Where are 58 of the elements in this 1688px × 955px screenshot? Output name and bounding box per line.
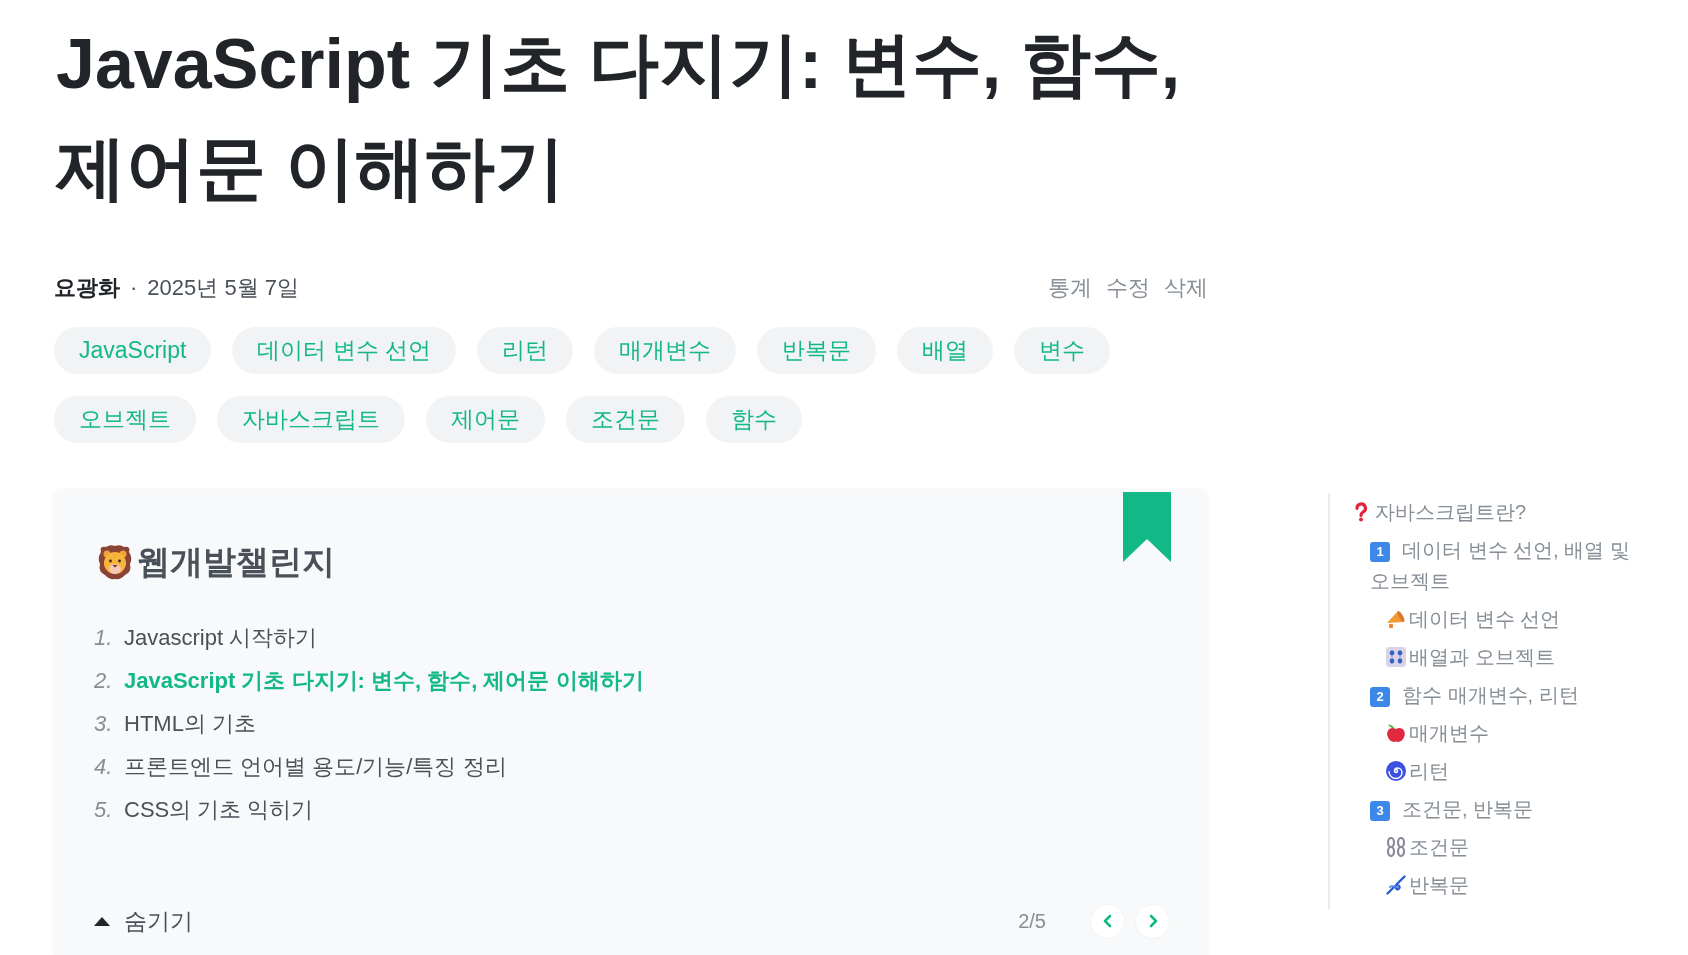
list-number: 1. [94, 624, 114, 651]
tag-link[interactable]: 변수 [1014, 327, 1111, 374]
toc-link[interactable]: 리턴 [1386, 756, 1678, 787]
meta-separator: · [130, 274, 138, 302]
series-link[interactable]: CSS의 기초 익히기 [124, 794, 314, 825]
toc-link[interactable]: 1 데이터 변수 선언, 배열 및 오브젝트 [1370, 535, 1678, 597]
list-number: 4. [94, 753, 114, 780]
chain-icon [1386, 837, 1406, 857]
next-button[interactable] [1135, 903, 1170, 939]
tag-link[interactable]: 자바스크립트 [217, 396, 405, 443]
lion-face-icon [97, 544, 133, 580]
list-number: 3. [94, 710, 114, 737]
bookmark-icon [1123, 492, 1171, 562]
tag-link[interactable]: 함수 [706, 396, 802, 443]
caret-up-icon [94, 916, 110, 926]
toc-link[interactable]: 배열과 오브젝트 [1386, 642, 1678, 673]
toc-link[interactable]: 조건문 [1386, 832, 1678, 863]
toc-link[interactable]: 매개변수 [1386, 718, 1678, 749]
toc-link[interactable]: 3 조건문, 반복문 [1370, 794, 1678, 825]
post-date: 2025년 5월 7일 [147, 274, 299, 302]
author-link[interactable]: 요광화 [54, 271, 120, 305]
post-action-button[interactable]: 수정 [1106, 271, 1150, 305]
series-link[interactable]: HTML의 기초 [124, 708, 256, 739]
list-number: 2. [94, 667, 114, 694]
post-action-button[interactable]: 통계 [1048, 271, 1092, 305]
number-keycap: 3 [1370, 801, 1390, 821]
number-keycap: 2 [1370, 687, 1390, 707]
tag-link[interactable]: 오브젝트 [54, 396, 196, 443]
number-keycap: 1 [1370, 542, 1390, 562]
hide-toggle[interactable]: 숨기기 [94, 905, 193, 937]
apple-icon [1386, 723, 1406, 743]
post-action-button[interactable]: 삭제 [1164, 271, 1208, 305]
toc-link[interactable]: 반복문 [1386, 870, 1678, 901]
series-title: 웹개발챌린지 [137, 542, 335, 582]
chevron-left-icon [1101, 914, 1114, 928]
knot-icon [1386, 875, 1406, 895]
tag-link[interactable]: 매개변수 [594, 327, 737, 374]
control-knobs-icon [1386, 647, 1406, 667]
toc-link[interactable]: 자바스크립트란? [1354, 497, 1678, 528]
tag-link[interactable]: 배열 [897, 327, 994, 374]
series-link[interactable]: JavaScript 기초 다지기: 변수, 함수, 제어문 이해하기 [124, 665, 644, 696]
tag-link[interactable]: 반복문 [757, 327, 877, 374]
series-position: 2/5 [1018, 909, 1046, 933]
series-link[interactable]: Javascript 시작하기 [124, 622, 318, 653]
tag-link[interactable]: 리턴 [477, 327, 574, 374]
toc-link[interactable]: 데이터 변수 선언 [1386, 604, 1678, 635]
list-number: 5. [94, 796, 114, 823]
tag-link[interactable]: 제어문 [426, 396, 545, 443]
tag-link[interactable]: JavaScript [54, 327, 212, 374]
tag-link[interactable]: 조건문 [566, 396, 685, 443]
toc-link[interactable]: 2 함수 매개변수, 리턴 [1370, 680, 1678, 711]
post-title: JavaScript 기초 다지기: 변수, 함수, 제어문 이해하기 [56, 24, 1182, 209]
spiral-icon [1386, 761, 1406, 781]
question-mark-icon [1354, 502, 1368, 522]
tag-link[interactable]: 데이터 변수 선언 [232, 327, 457, 374]
megaphone-icon [1386, 609, 1406, 629]
series-link[interactable]: 프론트엔드 언어별 용도/기능/특징 정리 [124, 751, 507, 782]
previous-button[interactable] [1090, 903, 1125, 939]
